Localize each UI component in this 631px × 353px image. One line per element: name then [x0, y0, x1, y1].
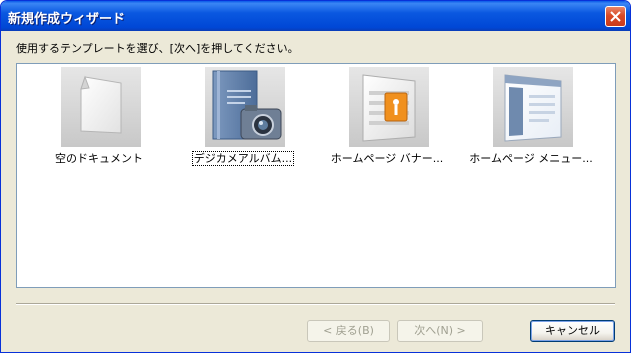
- template-list[interactable]: 空のドキュメント デジカメアルバム... ホームページ バナー... ホームペー…: [16, 63, 616, 288]
- template-label: 空のドキュメント: [55, 152, 143, 165]
- template-label: ホームページ バナー...: [330, 152, 444, 165]
- button-separator: [16, 303, 615, 305]
- close-icon: [610, 11, 621, 22]
- homepage-banner-icon: [349, 67, 429, 147]
- template-item-blank-document[interactable]: 空のドキュメント: [27, 67, 171, 177]
- template-item-homepage-menu[interactable]: ホームページ メニュー...: [459, 67, 603, 177]
- camera-album-icon: [205, 67, 285, 147]
- template-item-camera-album[interactable]: デジカメアルバム...: [171, 67, 315, 177]
- template-label: デジカメアルバム...: [191, 151, 295, 166]
- title-bar[interactable]: 新規作成ウィザード: [1, 1, 630, 31]
- template-label: ホームページ メニュー...: [469, 152, 593, 165]
- template-item-homepage-banner[interactable]: ホームページ バナー...: [315, 67, 459, 177]
- wizard-window: 新規作成ウィザード 使用するテンプレートを選び、[次へ]を押してください。 空の…: [0, 0, 631, 353]
- next-button[interactable]: 次へ(N) >: [397, 320, 483, 342]
- close-button[interactable]: [605, 6, 626, 27]
- blank-document-icon: [61, 67, 141, 147]
- cancel-button[interactable]: キャンセル: [530, 320, 615, 342]
- window-title: 新規作成ウィザード: [8, 12, 126, 27]
- instruction-text: 使用するテンプレートを選び、[次へ]を押してください。: [16, 42, 299, 55]
- back-button[interactable]: < 戻る(B): [307, 320, 390, 342]
- homepage-menu-icon: [493, 67, 573, 147]
